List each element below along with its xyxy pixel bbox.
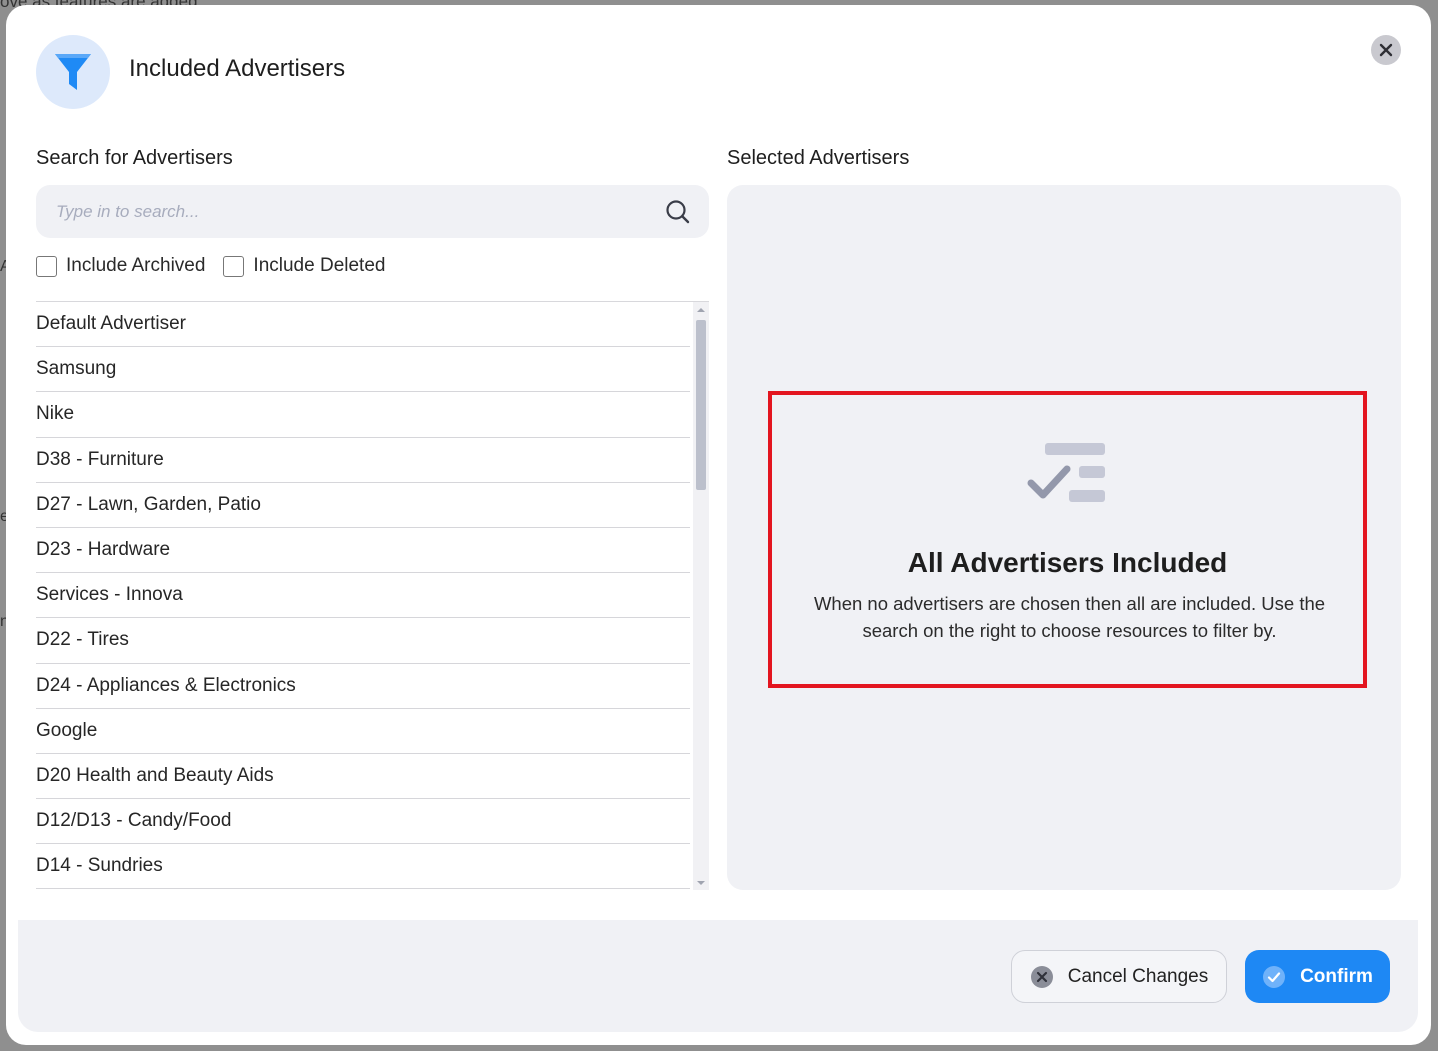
list-item[interactable]: D38 - Furniture [36,438,690,483]
list-item[interactable]: D27 - Lawn, Garden, Patio [36,483,690,528]
scrollbar-thumb[interactable] [696,320,706,490]
search-section-label: Search for Advertisers [36,147,233,169]
empty-state-title: All Advertisers Included [907,547,1228,578]
search-icon[interactable] [665,199,691,225]
filter-icon [36,35,110,109]
cancel-circle-icon [1030,965,1053,988]
list-item[interactable]: D14 - Sundries [36,844,690,890]
cancel-button-label: Cancel Changes [1067,965,1209,987]
empty-state-description: When no advertisers are chosen then all … [813,593,1326,641]
modal-title: Included Advertisers [129,55,346,82]
list-item[interactable]: Default Advertiser [36,302,690,348]
list-item[interactable]: D23 - Hardware [36,528,690,574]
selected-advertisers-panel: All Advertisers Included When no adverti… [727,185,1401,890]
include-archived-toggle[interactable]: Include Archived [36,255,205,277]
include-deleted-checkbox[interactable] [223,255,245,277]
confirm-button-label: Confirm [1300,965,1373,987]
list-item[interactable]: Services - Innova [36,573,690,619]
close-icon [1379,43,1393,57]
scroll-down-arrow-icon[interactable] [697,881,705,885]
close-button[interactable] [1371,35,1401,65]
scroll-up-arrow-icon[interactable] [697,308,705,312]
empty-state: All Advertisers Included When no adverti… [768,391,1367,688]
include-archived-checkbox[interactable] [36,255,57,277]
filter-checkboxes: Include Archived Include Deleted [36,255,385,277]
selected-section-label: Selected Advertisers [727,147,910,169]
search-box [36,185,709,238]
include-archived-label: Include Archived [66,255,206,276]
cancel-changes-button[interactable]: Cancel Changes [1011,950,1227,1003]
include-deleted-label: Include Deleted [253,255,386,276]
list-item[interactable]: D20 Health and Beauty Aids [36,754,690,800]
list-scrollbar[interactable] [693,302,709,890]
advertiser-list: Default Advertiser Samsung Nike D38 - Fu… [36,301,709,890]
list-item[interactable]: D22 - Tires [36,618,690,664]
list-item[interactable]: D12/D13 - Candy/Food [36,799,690,845]
list-item[interactable]: Samsung [36,347,690,393]
list-item[interactable]: Nike [36,392,690,438]
checklist-icon [1027,443,1105,502]
modal-footer: Cancel Changes Confirm [18,920,1418,1032]
list-item[interactable]: D24 - Appliances & Electronics [36,664,690,709]
check-circle-icon [1263,965,1286,988]
confirm-button[interactable]: Confirm [1245,950,1390,1003]
search-input[interactable] [36,185,656,238]
list-item[interactable]: Google [36,709,690,754]
included-advertisers-modal: Included Advertisers Search for Advertis… [6,5,1431,1045]
include-deleted-toggle[interactable]: Include Deleted [223,255,385,277]
